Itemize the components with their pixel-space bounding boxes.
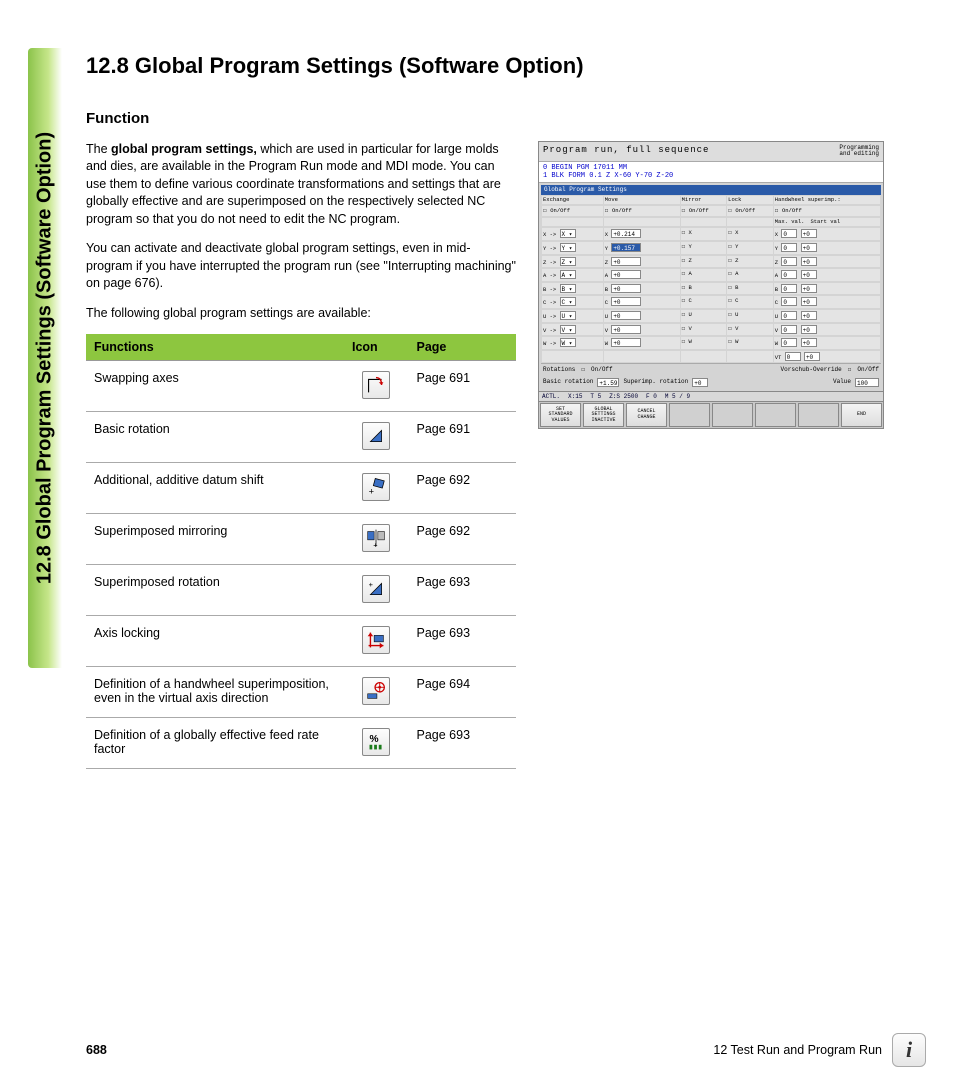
dialog-axis-row: C -> C ▾C +0☐ C☐ CC 0 +0	[541, 295, 881, 309]
intro-paragraph-3: The following global program settings ar…	[86, 305, 516, 323]
screenshot-titlebar: Program run, full sequence Programming a…	[539, 142, 883, 162]
svg-text:+: +	[373, 540, 377, 549]
softkey-end[interactable]: END	[841, 403, 882, 427]
axis-locking-icon	[362, 626, 390, 654]
dialog-title: Global Program Settings	[541, 185, 881, 194]
table-row: Basic rotation Page 691	[86, 412, 516, 463]
dialog-axes-grid: X -> X ▾X +0.214☐ X☐ XX 0 +0Y -> Y ▾Y +0…	[541, 227, 881, 363]
dialog-rot-values: Basic rotation +1.59 Superimp. rotation …	[541, 376, 881, 389]
functions-table: Functions Icon Page Swapping axes Page 6…	[86, 334, 516, 769]
softkey-empty[interactable]	[669, 403, 710, 427]
feedrate-icon: %	[362, 728, 390, 756]
table-row: Superimposed rotation + Page 693	[86, 565, 516, 616]
dialog-onoff-row: ☐ On/Off ☐ On/Off ☐ On/Off ☐ On/Off ☐ On…	[541, 205, 881, 217]
col-icon: Icon	[344, 334, 409, 361]
dialog-axis-row: Y -> Y ▾Y +0.157☐ Y☐ YY 0 +0	[541, 241, 881, 255]
side-tab: 12.8 Global Program Settings (Software O…	[28, 48, 62, 668]
datum-shift-icon: +	[362, 473, 390, 501]
dialog-section-headers: Exchange Move Mirror Lock Handwheel supe…	[541, 195, 881, 206]
col-functions: Functions	[86, 334, 344, 361]
softkey-cancel-change[interactable]: CANCEL CHANGE	[626, 403, 667, 427]
side-tab-label: 12.8 Global Program Settings (Software O…	[34, 132, 57, 584]
svg-text:+: +	[369, 580, 373, 589]
dialog-rotations-row: Rotations ☐On/Off Vorschub-Override ☐On/…	[541, 363, 881, 375]
intro-paragraph-1: The global program settings, which are u…	[86, 141, 516, 229]
basic-rotation-icon	[362, 422, 390, 450]
mirroring-icon: +	[362, 524, 390, 552]
svg-text:%: %	[370, 734, 379, 745]
info-icon: i	[892, 1033, 926, 1067]
softkey-empty[interactable]	[755, 403, 796, 427]
svg-text:+: +	[369, 486, 374, 496]
page-title: 12.8 Global Program Settings (Software O…	[86, 52, 906, 80]
dialog-axis-row: U -> U ▾U +0☐ U☐ UU 0 +0	[541, 309, 881, 323]
dialog-axis-row: X -> X ▾X +0.214☐ X☐ XX 0 +0	[541, 227, 881, 241]
col-page: Page	[409, 334, 517, 361]
dialog-hw-headers: Max. val.Start val	[541, 217, 881, 228]
superimposed-rotation-icon: +	[362, 575, 390, 603]
section-heading-function: Function	[86, 110, 906, 127]
table-row: Axis locking Page 693	[86, 616, 516, 667]
intro-paragraph-2: You can activate and deactivate global p…	[86, 240, 516, 293]
screenshot-softkeys: SET STANDARD VALUES GLOBAL SETTINGS INAC…	[539, 401, 883, 428]
table-row: Swapping axes Page 691	[86, 361, 516, 412]
swap-axes-icon	[362, 371, 390, 399]
table-row: Additional, additive datum shift + Page …	[86, 463, 516, 514]
chapter-label: 12 Test Run and Program Run	[713, 1043, 882, 1057]
table-row: Superimposed mirroring + Page 692	[86, 514, 516, 565]
dialog-axis-row: V -> V ▾V +0☐ V☐ VV 0 +0	[541, 323, 881, 337]
page-footer: 688 12 Test Run and Program Run i	[86, 1033, 926, 1067]
dialog-axis-row: B -> B ▾B +0☐ B☐ BB 0 +0	[541, 282, 881, 296]
dialog-axis-row: Z -> Z ▾Z +0☐ Z☐ ZZ 0 +0	[541, 255, 881, 269]
page-number: 688	[86, 1043, 107, 1057]
screenshot-status-bar: ACTL. X:15 T 5 Z:S 2500 F 0 M 5 / 9	[539, 391, 883, 401]
table-row: Definition of a globally effective feed …	[86, 718, 516, 769]
handwheel-icon	[362, 677, 390, 705]
screenshot-panel: Program run, full sequence Programming a…	[538, 141, 884, 429]
dialog-axis-row: A -> A ▾A +0☐ A☐ AA 0 +0	[541, 268, 881, 282]
content-area: 12.8 Global Program Settings (Software O…	[86, 52, 906, 769]
softkey-set-standard[interactable]: SET STANDARD VALUES	[540, 403, 581, 427]
table-row: Definition of a handwheel superimpositio…	[86, 667, 516, 718]
screenshot-program-listing: 0 BEGIN PGM 17011 MM 1 BLK FORM 0.1 Z X-…	[539, 162, 883, 184]
dialog-axis-row-vt: VT 0 +0	[541, 350, 881, 364]
softkey-empty[interactable]	[798, 403, 839, 427]
softkey-empty[interactable]	[712, 403, 753, 427]
softkey-global-inactive[interactable]: GLOBAL SETTINGS INACTIVE	[583, 403, 624, 427]
dialog-axis-row: W -> W ▾W +0☐ W☐ WW 0 +0	[541, 336, 881, 350]
screenshot-dialog: Global Program Settings Exchange Move Mi…	[539, 183, 883, 390]
